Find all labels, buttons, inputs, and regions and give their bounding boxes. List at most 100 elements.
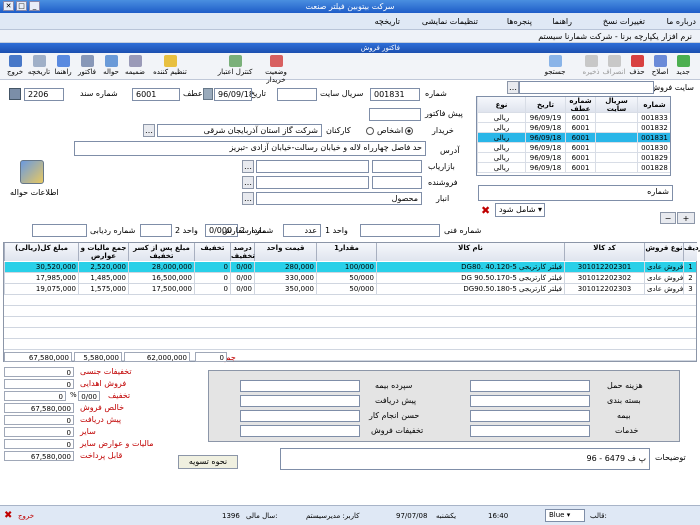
menu-about[interactable]: درباره ما xyxy=(667,13,696,30)
list-remove-button[interactable]: − xyxy=(660,212,676,224)
search-button[interactable]: جستجو xyxy=(540,54,570,79)
credit-control-icon xyxy=(228,55,242,67)
summary-value[interactable]: 0 xyxy=(4,427,74,437)
summary-value[interactable]: 0 xyxy=(4,391,66,401)
buyer-status-button[interactable]: وضعیت خریدار xyxy=(255,54,297,84)
address-field[interactable]: حد فاصل چهارراه لاله و خیابان رسالت-خیاب… xyxy=(74,141,426,156)
invoice-list-row[interactable]: 001831 6001 96/09/18 ریالی xyxy=(477,133,670,143)
invoice-list-cell: ریالی xyxy=(477,133,525,143)
marketer-name-field[interactable] xyxy=(256,160,369,173)
marketer-label: بازاریاب xyxy=(428,162,455,171)
invoice-list-row[interactable]: 001829 6001 96/09/18 ریالی xyxy=(477,153,670,163)
technical-number-label: شماره فنی xyxy=(444,226,482,235)
document-icon[interactable] xyxy=(9,88,21,100)
cost-field[interactable] xyxy=(240,410,360,422)
list-add-button[interactable]: + xyxy=(677,212,695,224)
cost-field[interactable] xyxy=(240,380,360,392)
notes-field[interactable]: پ ف 6479 - 96 xyxy=(280,448,650,470)
invoice-list-row[interactable]: 001833 6001 96/09/19 ریالی xyxy=(477,113,670,123)
remittance-info-label: اطلاعات حواله xyxy=(10,188,59,197)
site-lookup-button[interactable]: … xyxy=(507,81,519,94)
seller-code-field[interactable] xyxy=(372,176,422,189)
grid-cell: 0 xyxy=(194,284,230,295)
invoice-list-cell: 001833 xyxy=(637,113,671,123)
menu-windows[interactable]: پنجره‌ها xyxy=(507,13,532,30)
cost-field[interactable] xyxy=(470,380,590,392)
warehouse-lookup-button[interactable]: … xyxy=(242,192,254,205)
grid-cell: 2 xyxy=(683,273,697,284)
maximize-window-button[interactable]: □ xyxy=(16,1,27,11)
cost-field[interactable] xyxy=(470,425,590,437)
percent-sign: % xyxy=(70,391,77,399)
summary-value[interactable]: 0 xyxy=(4,379,74,389)
address-label: آدرس xyxy=(440,146,460,155)
menu-history[interactable]: تاریخچه xyxy=(375,13,400,30)
clear-filter-icon[interactable]: ✖ xyxy=(481,204,490,217)
credit-control-button[interactable]: کنترل اعتبار xyxy=(215,54,255,79)
unit1-field[interactable]: عدد xyxy=(283,224,321,237)
marketer-code-field[interactable] xyxy=(372,160,422,173)
grid-cell: 1 xyxy=(683,262,697,273)
close-window-button[interactable]: ✕ xyxy=(3,1,14,11)
seller-lookup-button[interactable]: … xyxy=(242,176,254,189)
skin-dropdown[interactable]: Blue ▾ xyxy=(545,509,585,522)
exit-icon-status[interactable]: ✖ xyxy=(4,510,12,522)
atf-field[interactable]: 6001 xyxy=(132,88,180,101)
remittance-info-icon[interactable] xyxy=(20,160,44,184)
settlement-button[interactable]: نحوه تسویه xyxy=(178,455,238,469)
status-exit[interactable]: خروج xyxy=(18,510,34,522)
unit2b-field[interactable] xyxy=(140,224,172,237)
save-button[interactable]: ذخیره xyxy=(576,54,606,79)
grid-header-cell: قیمت واحد xyxy=(254,243,316,261)
exit-button[interactable]: خروج xyxy=(0,54,30,79)
technical-number-field[interactable] xyxy=(360,224,440,237)
invoice-list[interactable]: شماره سریال سایت شماره عطف تاریخ نوع 001… xyxy=(476,96,671,176)
adjuster-button[interactable]: تنظیم کننده xyxy=(150,54,190,79)
doc-number-field[interactable]: 2206 xyxy=(24,88,64,101)
site-serial-field[interactable] xyxy=(277,88,317,101)
marketer-lookup-button[interactable]: … xyxy=(242,160,254,173)
minimize-window-button[interactable]: _ xyxy=(29,1,40,11)
prefactor-field[interactable] xyxy=(369,108,421,121)
calendar-icon[interactable] xyxy=(203,88,213,100)
number-field[interactable]: 001831 xyxy=(370,88,420,101)
invoice-list-row[interactable]: 001832 6001 96/09/18 ریالی xyxy=(477,123,670,133)
seller-name-field[interactable] xyxy=(256,176,369,189)
items-grid[interactable]: ردیفنوع فروشکد کالانام کالامقدار1قیمت وا… xyxy=(3,242,700,362)
invoice-list-row[interactable]: 001828 6001 96/09/18 ریالی xyxy=(477,163,670,173)
invoice-list-row[interactable]: 001830 6001 96/09/18 ریالی xyxy=(477,143,670,153)
invoice-list-cell: 96/09/18 xyxy=(525,133,565,143)
cost-field[interactable] xyxy=(470,395,590,407)
summary-value[interactable]: 67,580,000 xyxy=(4,403,74,413)
warehouse-field[interactable]: محصول xyxy=(256,192,422,205)
tracking-number-field[interactable] xyxy=(32,224,87,237)
grid-row[interactable]: 1 فروش عادی 301012202301 فیلتر کارتریجی 5-D… xyxy=(4,262,696,273)
summary-value[interactable]: 0 xyxy=(4,367,74,377)
buyer-label: خریدار xyxy=(432,126,454,135)
menu-display-settings[interactable]: تنظیمات نمایشی xyxy=(422,13,478,30)
summary-value[interactable]: 0 xyxy=(4,439,74,449)
date-field[interactable]: 96/09/18 xyxy=(214,88,252,101)
cost-field[interactable] xyxy=(470,410,590,422)
summary-value[interactable]: 0 xyxy=(4,415,74,425)
grid-row[interactable]: 2 فروش عادی 301012202302 فیلتر کارتریجی 5-D… xyxy=(4,273,696,284)
menu-version-changes[interactable]: تغییرات نسخ xyxy=(603,13,645,30)
staff-radio[interactable] xyxy=(366,127,374,135)
invoice-list-cell: 6001 xyxy=(565,153,595,163)
grid-cell: 50/000 xyxy=(316,284,376,295)
persons-radio[interactable] xyxy=(405,127,413,135)
buyer-lookup-button[interactable]: … xyxy=(143,124,155,137)
grid-row[interactable]: 3 فروش عادی 301012202303 فیلتر کارتریجی 5-D… xyxy=(4,284,696,295)
invoice-list-cell: 96/09/18 xyxy=(525,143,565,153)
cost-field[interactable] xyxy=(240,425,360,437)
buyer-name-field[interactable]: شرکت گاز استان آذربایجان شرقی xyxy=(157,124,322,137)
site-field[interactable] xyxy=(519,81,654,94)
menu-help[interactable]: راهنما xyxy=(552,13,572,30)
summary-value[interactable]: 67,580,000 xyxy=(4,451,74,461)
filter-number-field[interactable]: شماره xyxy=(478,185,673,201)
include-dropdown[interactable]: شامل شود ▾ xyxy=(495,203,545,217)
discount-percent[interactable]: 0/00 xyxy=(78,391,100,401)
atf-label: عطف xyxy=(183,89,203,98)
cost-field[interactable] xyxy=(240,395,360,407)
date-label: تاریخ xyxy=(250,89,266,98)
